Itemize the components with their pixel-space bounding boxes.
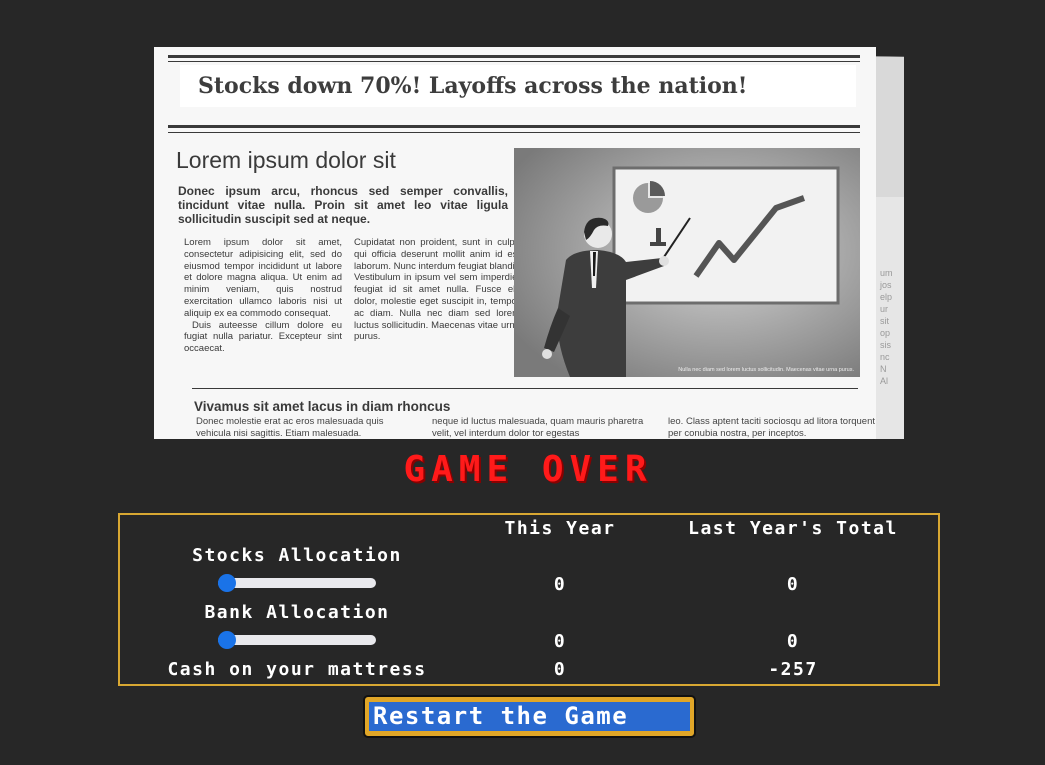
bottom-rule: [192, 388, 858, 389]
stocks-allocation-slider[interactable]: [218, 574, 376, 592]
cash-mattress-label: Cash on your mattress: [167, 659, 427, 680]
bank-this-year-value: 0: [553, 631, 567, 652]
top-rule-thin: [168, 61, 860, 62]
bank-slider-thumb[interactable]: [218, 631, 236, 649]
column-1-paragraph-2: Duis auteesse cillum dolore eu fugiat nu…: [184, 319, 342, 355]
bottom-column-1: Donec molestie erat ac eros malesuada qu…: [196, 416, 384, 439]
results-panel: This Year Last Year's Total Stocks Alloc…: [118, 513, 940, 686]
game-over-title: GAME OVER: [403, 449, 653, 490]
article-column-1: Lorem ipsum dolor sit amet, consectetur …: [184, 237, 342, 355]
restart-game-label[interactable]: Restart the Game: [369, 702, 690, 731]
newspaper-image: um jos elp ur sit op sis nc N Al Stocks …: [154, 47, 904, 439]
stocks-last-year-value: 0: [786, 574, 800, 595]
article-title: Lorem ipsum dolor sit: [176, 147, 396, 173]
restart-game-button[interactable]: Restart the Game: [363, 695, 696, 738]
bottom-column-2: neque id luctus malesuada, quam mauris p…: [432, 416, 644, 439]
presenter-illustration: Nulla nec diam sed lorem luctus sollicit…: [514, 148, 860, 377]
bank-allocation-label: Bank Allocation: [204, 602, 390, 623]
newspaper-headline: Stocks down 70%! Layoffs across the nati…: [180, 65, 856, 107]
bottom-column-3: leo. Class aptent taciti sociosqu ad lit…: [668, 416, 876, 439]
column-header-this-year: This Year: [504, 518, 616, 539]
stocks-allocation-label: Stocks Allocation: [192, 545, 402, 566]
stocks-slider-thumb[interactable]: [218, 574, 236, 592]
cash-this-year-value: 0: [553, 659, 567, 680]
column-header-last-year: Last Year's Total: [688, 518, 898, 539]
top-rule: [168, 55, 860, 58]
back-page-text: um jos elp ur sit op sis nc N Al: [880, 268, 893, 386]
article-column-2: Cupidatat non proident, sunt in culpa qu…: [354, 237, 520, 343]
article-subhead: Vivamus sit amet lacus in diam rhoncus: [194, 399, 451, 414]
newspaper-front-page: Stocks down 70%! Layoffs across the nati…: [154, 47, 876, 439]
bank-last-year-value: 0: [786, 631, 800, 652]
headline-rule: [168, 125, 860, 128]
column-2-paragraph: Cupidatat non proident, sunt in culpa qu…: [354, 237, 520, 343]
stocks-this-year-value: 0: [553, 574, 567, 595]
bank-allocation-slider[interactable]: [218, 631, 376, 649]
headline-rule-thin: [168, 132, 860, 133]
article-deck: Donec ipsum arcu, rhoncus sed semper con…: [178, 184, 508, 226]
photo-caption: Nulla nec diam sed lorem luctus sollicit…: [678, 367, 854, 373]
column-1-paragraph-1: Lorem ipsum dolor sit amet, consectetur …: [184, 237, 342, 319]
presentation-illustration-svg: [514, 148, 860, 377]
cash-last-year-value: -257: [768, 659, 818, 680]
